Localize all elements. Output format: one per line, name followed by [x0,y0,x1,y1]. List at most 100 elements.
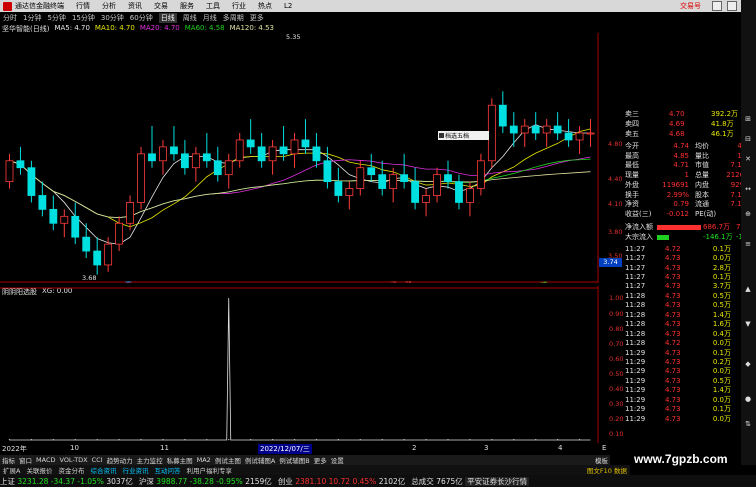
period-multi[interactable]: 多周期 [223,13,244,23]
candle-body [82,236,91,252]
minimize-button[interactable] [712,1,722,11]
tool-icon-4[interactable]: ↔ [743,185,753,195]
period-15min[interactable]: 15分钟 [72,13,95,23]
index-2[interactable]: 创业 2381.10 10.72 0.45% 2102亿 [278,476,405,487]
signal-dot [228,439,230,441]
tab-7[interactable]: 私募主图 [167,455,193,465]
period-60min[interactable]: 60分钟 [130,13,153,23]
xg-signal-line [9,297,591,441]
tab-8[interactable]: MA2 [197,456,211,464]
signal-dot [513,439,515,441]
ext-tab-1[interactable]: 关联报价 [26,465,52,475]
template-button[interactable]: 模板 [595,455,608,465]
menu-item-industry[interactable]: 行业 [232,1,246,11]
tick-time: 11:29 [625,405,646,414]
ext-tab-5[interactable]: 互动问答 [154,465,180,475]
signal-dot [381,439,383,441]
tab-0[interactable]: 指标 [2,455,15,465]
ask-label: 卖三 [625,110,639,118]
ind-ytick-9: 0.20 [609,415,624,423]
tool-icon-1[interactable]: ⊞ [743,115,753,125]
f10-data-link[interactable]: 图文F10 数据 [587,465,627,475]
five-level-label: 档选五档 [445,133,470,140]
menu-item-hotspot[interactable]: 热点 [258,1,272,11]
tab-1[interactable]: 窗口 [19,455,32,465]
menu-item-analysis[interactable]: 分析 [102,1,116,11]
trade-link[interactable]: 交易号 [680,1,701,11]
candle-body [279,146,288,155]
tool-icon-6[interactable]: ≡ [743,240,753,250]
ext-tab-2[interactable]: 资金分布 [58,465,84,475]
menu-item-quotes[interactable]: 行情 [76,1,90,11]
ind-ytick-5: 0.60 [609,355,624,363]
menu-item-tools[interactable]: 工具 [206,1,220,11]
candle-body [170,146,178,155]
tab-11[interactable]: 例试辅图B [279,455,309,465]
tab-9[interactable]: 例试主图 [215,455,241,465]
menu-item-trade[interactable]: 交易 [154,1,168,11]
candle-body [411,181,420,203]
ma5-line [9,124,591,245]
tab-12[interactable]: 更多 [314,455,327,465]
tick-row: 11:28 4.73 0.4万 B [623,330,756,339]
tab-5[interactable]: 趋势动力 [107,455,133,465]
tab-3[interactable]: VOL-TDX [59,456,87,464]
tab-6[interactable]: 主力监控 [137,455,163,465]
period-5min[interactable]: 5分钟 [47,13,65,23]
candle-body [476,160,485,189]
ext-tab-0[interactable]: 扩展A [3,465,20,475]
ask-row: 卖三 4.70 392.2万 [623,110,756,119]
tool-icon-7[interactable]: ▲ [743,285,753,295]
candle-body [137,153,145,203]
tab-4[interactable]: CCI [92,456,103,464]
tick-time: 11:29 [625,386,646,395]
tab-10[interactable]: 例试辅图A [245,455,275,465]
maximize-button[interactable] [727,1,737,11]
tick-time: 11:29 [625,376,646,385]
tool-icon-8[interactable]: ▼ [743,320,753,330]
ma-lines [9,124,591,245]
news-ticker[interactable]: 平安证券长沙行情 [465,476,530,486]
tool-icon-5[interactable]: ⊕ [743,210,753,220]
tool-icon-2[interactable]: ⊟ [743,135,753,145]
tool-icon-9[interactable]: ◆ [743,360,753,370]
ind-ytick-4: 0.70 [609,340,624,348]
period-more[interactable]: 更多 [250,13,264,23]
ext-tab-3[interactable]: 综合资讯 [90,465,116,475]
candle-body [5,160,14,183]
index-0[interactable]: 上证 3231.28 -34.37 -1.05% 3037亿 [0,476,133,487]
menu-item-service[interactable]: 服务 [180,1,194,11]
period-daily[interactable]: 日线 [158,12,177,23]
signal-dot [535,439,537,441]
period-30min[interactable]: 30分钟 [101,13,124,23]
stat-label-2: 流通 [695,200,709,209]
ytick-1: 4.80 [608,140,623,148]
menu-item-l2[interactable]: L2 [284,2,292,10]
period-1min[interactable]: 1分钟 [23,13,41,23]
date-label-cursor: 2022/12/07/三 [258,444,312,454]
index-1[interactable]: 沪深 3988.77 -38.28 -0.95% 2159亿 [139,476,272,487]
ask-volume: 392.2万 [711,110,739,118]
tab-13[interactable]: 设置 [331,455,344,465]
stat-row: 换手 2.99% 股本 7.12亿 [623,191,756,200]
tool-icon-10[interactable]: ● [743,395,753,405]
menu-item-news[interactable]: 资讯 [128,1,142,11]
tick-time: 11:28 [625,329,646,338]
signal-dot [118,439,120,441]
stat-label-2: 均价 [695,142,709,150]
period-weekly[interactable]: 周线 [183,13,197,23]
tool-icon-3[interactable]: ✕ [743,155,753,165]
index-amount: 3037亿 [106,476,133,486]
index-name: 创业 [277,476,293,486]
ext-tab-6[interactable]: 利用户福利专享 [186,465,232,475]
kline-chart[interactable]: 5.35 3.68 赢 涨 赣 减 [0,33,600,283]
ext-tab-4[interactable]: 行业资讯 [122,465,148,475]
indicator-chart[interactable] [0,286,600,443]
tab-2[interactable]: MACD [36,456,55,464]
signal-dot [293,439,296,441]
tool-icon-11[interactable]: ⇅ [743,420,753,430]
tick-price: 4.73 [665,405,681,414]
period-intraday[interactable]: 分时 [3,13,17,23]
period-monthly[interactable]: 月线 [203,13,217,23]
five-level-button[interactable]: 档选五档 [438,131,489,140]
